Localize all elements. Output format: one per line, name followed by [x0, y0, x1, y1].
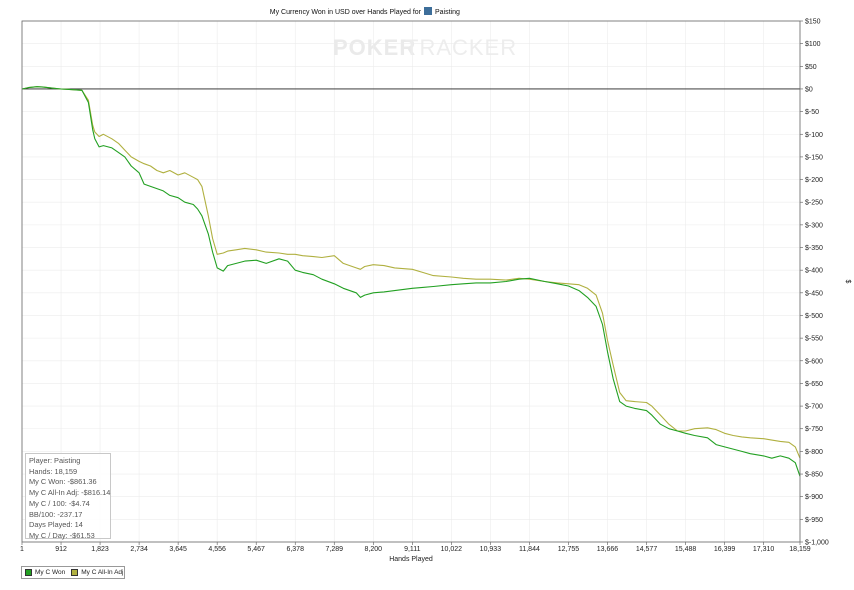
y-tick-label: $50	[805, 64, 817, 71]
chart: POKER TRACKER My Currency Won in USD ove…	[20, 7, 851, 563]
y-tick-label: $100	[805, 41, 821, 48]
y-tick-label: $-600	[805, 358, 823, 365]
x-tick-label: 11,844	[519, 546, 540, 553]
x-tick-label: 13,666	[597, 546, 619, 553]
x-tick-label: 18,159	[789, 546, 811, 553]
y-axis-label: $	[844, 280, 851, 284]
stat-bb100: BB/100: -237.17	[29, 509, 83, 519]
grid	[21, 20, 801, 543]
stat-days: Days Played: 14	[29, 520, 83, 530]
stat-perday: My C / Day: -$61.53	[29, 530, 95, 540]
x-tick-label: 912	[55, 546, 67, 553]
y-tick-label: $-100	[805, 132, 823, 139]
legend-label-won: My C Won	[35, 569, 66, 576]
stats-box: Player: Paisting Hands: 18,159 My C Won:…	[25, 453, 111, 540]
player-flag-icon	[424, 7, 432, 15]
legend-swatch-allin	[71, 569, 79, 576]
y-tick-label: $-350	[805, 245, 823, 252]
legend-label-allin: My C All-In Adj	[81, 569, 124, 576]
legend-swatch-won	[25, 569, 32, 576]
x-tick-label: 10,022	[441, 546, 463, 553]
legend: My C Won My C All-In Adj	[21, 566, 125, 579]
y-tick-label: $-300	[805, 222, 823, 229]
x-tick-label: 12,755	[558, 546, 580, 553]
x-tick-label: 17,310	[753, 546, 775, 553]
x-tick-label: 6,378	[286, 546, 304, 553]
stat-player: Player: Paisting	[29, 456, 81, 465]
y-tick-label: $150	[805, 19, 821, 26]
y-tick-label: $-500	[805, 313, 823, 320]
series-line-my-c-all-in-adj	[21, 86, 801, 459]
x-tick-label: 10,933	[480, 546, 502, 553]
x-tick-label: 1,823	[91, 546, 109, 553]
y-tick-label: $-200	[805, 177, 823, 184]
y-tick-label: $-650	[805, 381, 823, 388]
stat-allin: My C All-In Adj: -$816.14	[29, 488, 111, 498]
y-axis-ticks: $150 $100 $50 $0 $-50 $-100 $-150 $-200 $-250 $-3…	[800, 19, 829, 547]
x-tick-label: 5,467	[247, 546, 265, 553]
legend-item-won: My C Won	[25, 569, 65, 576]
chart-title-text: My Currency Won in USD over Hands Played…	[270, 9, 422, 16]
y-tick-label: $-850	[805, 472, 823, 479]
x-tick-label: 16,399	[714, 546, 736, 553]
legend-item-allin: My C All-In Adj	[71, 569, 123, 576]
x-tick-label: 7,289	[325, 546, 343, 553]
x-tick-label: 9,111	[404, 546, 421, 553]
y-tick-label: $-50	[805, 109, 819, 116]
x-tick-label: 3,645	[169, 546, 187, 553]
y-tick-label: $0	[805, 86, 813, 93]
y-tick-label: $-450	[805, 290, 823, 297]
x-tick-label: 2,734	[130, 546, 148, 553]
y-tick-label: $-700	[805, 404, 823, 411]
y-tick-label: $-400	[805, 268, 823, 275]
y-tick-label: $-550	[805, 336, 823, 343]
x-tick-label: 15,488	[675, 546, 697, 553]
stat-per100: My C / 100: -$4.74	[29, 498, 90, 508]
watermark: POKER TRACKER	[333, 35, 517, 60]
x-axis-ticks: 1 912 1,823 2,734 3,645 4,556 5,467 6,378 7,289 8…	[20, 542, 811, 553]
y-tick-label: $-950	[805, 517, 823, 524]
x-tick-label: 1	[20, 546, 24, 553]
chart-title-player: Paisting	[435, 9, 460, 16]
x-tick-label: 14,577	[636, 546, 658, 553]
watermark-tracker: TRACKER	[405, 35, 517, 60]
y-tick-label: $-750	[805, 426, 823, 433]
x-axis-label: Hands Played	[389, 556, 433, 563]
series-line-my-c-won	[21, 86, 801, 477]
watermark-poker: POKER	[333, 35, 416, 60]
chart-title: My Currency Won in USD over Hands Played…	[270, 7, 460, 16]
y-tick-label: $-150	[805, 154, 823, 161]
y-tick-label: $-250	[805, 200, 823, 207]
y-tick-label: $-800	[805, 449, 823, 456]
plot-border	[21, 20, 801, 543]
stat-hands: Hands: 18,159	[29, 466, 78, 476]
x-tick-label: 4,556	[208, 546, 226, 553]
x-tick-label: 8,200	[365, 546, 383, 553]
y-tick-label: $-1,000	[805, 540, 829, 547]
stat-won: My C Won: -$861.36	[29, 477, 97, 487]
y-tick-label: $-900	[805, 494, 823, 501]
series-lines	[21, 86, 801, 477]
